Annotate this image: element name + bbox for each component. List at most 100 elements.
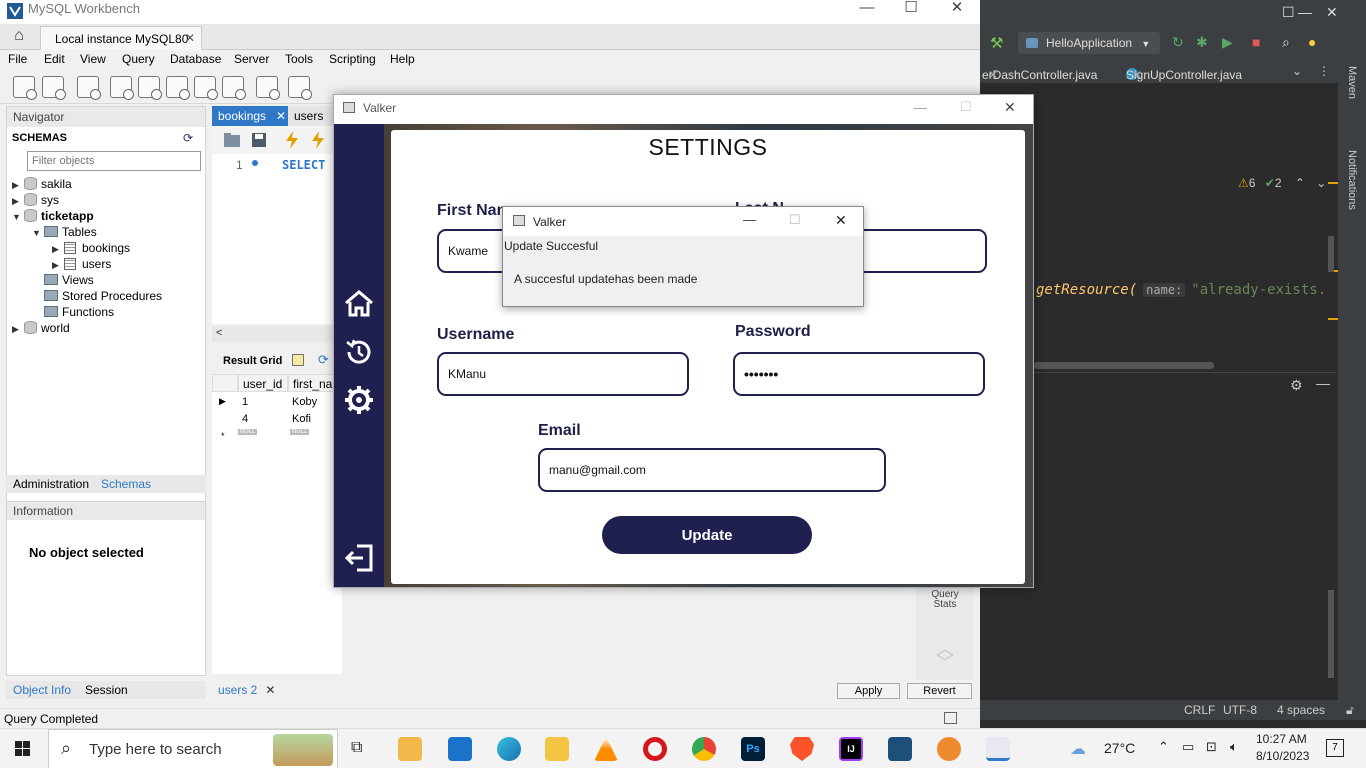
expand-arrow-icon[interactable]: ▶: [12, 180, 24, 191]
close-tab-icon[interactable]: ✕: [1132, 68, 1142, 82]
minimize-button[interactable]: —: [852, 0, 882, 23]
mail-icon[interactable]: [448, 737, 472, 761]
menu-file[interactable]: File: [8, 52, 27, 66]
tree-stored-procedures[interactable]: Stored Procedures: [44, 289, 162, 305]
table-bookings[interactable]: ▶ bookings: [52, 241, 130, 257]
create-view-icon[interactable]: [166, 76, 190, 100]
rerun-icon[interactable]: ↻: [1172, 34, 1184, 51]
indent-setting[interactable]: 4 spaces: [1277, 703, 1325, 717]
file-explorer-icon[interactable]: [545, 737, 569, 761]
chrome-icon[interactable]: [692, 737, 716, 761]
minimize-button[interactable]: —: [743, 212, 756, 227]
volume-icon[interactable]: 🔈︎: [1230, 739, 1238, 755]
menu-query[interactable]: Query: [122, 52, 155, 66]
email-input[interactable]: [538, 448, 886, 492]
table-users[interactable]: ▶ users: [52, 257, 111, 273]
ubuntu-icon[interactable]: [937, 737, 961, 761]
create-procedure-icon[interactable]: [194, 76, 218, 100]
close-button[interactable]: ✕: [835, 212, 847, 229]
save-icon[interactable]: [252, 133, 266, 147]
notification-center-icon[interactable]: 7: [1326, 739, 1344, 757]
java-app-icon[interactable]: [986, 737, 1010, 761]
execute-icon[interactable]: [284, 131, 300, 149]
taskbar-search[interactable]: ⌕ Type here to search: [48, 729, 338, 768]
new-sql-tab-icon[interactable]: [13, 76, 37, 100]
weather-temperature[interactable]: 27°C: [1104, 740, 1135, 756]
edge-browser-icon[interactable]: [497, 737, 521, 761]
query-stats-button[interactable]: Query Stats ︿ ﹀: [916, 588, 974, 680]
create-table-icon[interactable]: [138, 76, 162, 100]
search-table-data-icon[interactable]: [256, 76, 280, 100]
create-schema-icon[interactable]: [110, 76, 134, 100]
execute-current-icon[interactable]: [310, 131, 326, 149]
expand-arrow-icon[interactable]: ▶: [52, 260, 64, 271]
vlc-icon[interactable]: [594, 737, 618, 761]
refresh-icon[interactable]: ⟳: [318, 352, 329, 368]
connection-tab[interactable]: Local instance MySQL80 ✕: [40, 26, 202, 50]
cell-user-id[interactable]: 1: [242, 396, 248, 408]
filter-objects-input[interactable]: [27, 151, 201, 171]
vertical-scrollbar[interactable]: [1328, 236, 1334, 272]
password-input[interactable]: [733, 352, 985, 396]
update-button[interactable]: Update: [602, 516, 812, 554]
run-with-coverage-icon[interactable]: ▶: [1222, 34, 1233, 51]
build-hammer-icon[interactable]: ⚒: [990, 34, 1003, 52]
photoshop-icon[interactable]: Ps: [741, 737, 765, 761]
collapse-arrow-icon[interactable]: ▼: [32, 228, 44, 238]
apply-button[interactable]: Apply: [837, 683, 900, 699]
column-header-user-id[interactable]: user_id: [238, 374, 288, 392]
home-icon[interactable]: ⌂: [6, 27, 32, 47]
update-icon[interactable]: ●: [1308, 34, 1316, 50]
menu-view[interactable]: View: [80, 52, 106, 66]
collapse-arrow-icon[interactable]: ▼: [12, 212, 24, 222]
chevron-down-icon[interactable]: ⌄: [1316, 176, 1326, 190]
maximize-button[interactable]: ☐: [896, 0, 926, 23]
editor-tab-users[interactable]: users: [288, 106, 338, 126]
sql-editor[interactable]: 1 SELECT: [212, 154, 342, 324]
horizontal-scrollbar[interactable]: <: [212, 326, 342, 342]
output-toggle-icon[interactable]: [944, 712, 957, 724]
username-input[interactable]: [437, 352, 689, 396]
close-button[interactable]: ✕: [1326, 4, 1338, 21]
grid-view-icon[interactable]: [292, 354, 304, 366]
menu-database[interactable]: Database: [170, 52, 221, 66]
menu-help[interactable]: Help: [390, 52, 415, 66]
cell-first-name[interactable]: Koby: [292, 396, 317, 408]
hide-icon[interactable]: —: [1316, 375, 1330, 391]
tab-object-info[interactable]: Object Info: [13, 683, 71, 697]
debug-bug-icon[interactable]: ✱: [1196, 34, 1208, 51]
schema-sakila[interactable]: ▶ sakila: [12, 177, 72, 193]
search-icon[interactable]: ⌕: [1282, 34, 1290, 51]
maven-tool-label[interactable]: Maven: [1346, 66, 1358, 99]
clock-date[interactable]: 8/10/2023: [1256, 749, 1309, 763]
intellij-icon[interactable]: IJ: [839, 737, 863, 761]
schema-sys[interactable]: ▶ sys: [12, 193, 59, 209]
windows-start-icon[interactable]: [0, 729, 46, 768]
network-icon[interactable]: ⊡: [1206, 739, 1217, 755]
cell-user-id[interactable]: 4: [242, 413, 248, 425]
close-tab-icon[interactable]: ✕: [276, 109, 286, 123]
home-icon[interactable]: [343, 288, 375, 320]
result-tab-users-2[interactable]: users 2 ✕: [212, 681, 282, 699]
create-function-icon[interactable]: [222, 76, 246, 100]
chevron-down-icon[interactable]: ⌄: [1292, 64, 1302, 78]
task-view-icon[interactable]: ⧉: [351, 739, 362, 757]
expand-arrow-icon[interactable]: ▶: [12, 196, 24, 207]
tree-views[interactable]: Views: [44, 273, 94, 289]
gear-icon[interactable]: [343, 384, 375, 416]
weather-icon[interactable]: ☁: [1070, 739, 1086, 759]
stop-icon[interactable]: ■: [1252, 34, 1260, 50]
show-hidden-icons-chevron-up-icon[interactable]: ⌃: [1158, 739, 1169, 755]
cell-first-name[interactable]: Kofi: [292, 413, 311, 425]
mysql-workbench-icon[interactable]: [888, 737, 912, 761]
more-icon[interactable]: ⋮: [1318, 64, 1330, 78]
reconnect-icon[interactable]: [288, 76, 312, 100]
open-folder-icon[interactable]: [224, 133, 240, 147]
clock-time[interactable]: 10:27 AM: [1256, 732, 1307, 746]
close-button[interactable]: ✕: [1004, 99, 1016, 116]
close-tab-icon[interactable]: ✕: [988, 68, 998, 82]
scroll-left-icon[interactable]: <: [216, 327, 222, 339]
editor-tab-bookings[interactable]: bookings ✕: [212, 106, 288, 126]
microsoft-store-icon[interactable]: [398, 737, 422, 761]
close-tab-icon[interactable]: ✕: [185, 31, 195, 45]
